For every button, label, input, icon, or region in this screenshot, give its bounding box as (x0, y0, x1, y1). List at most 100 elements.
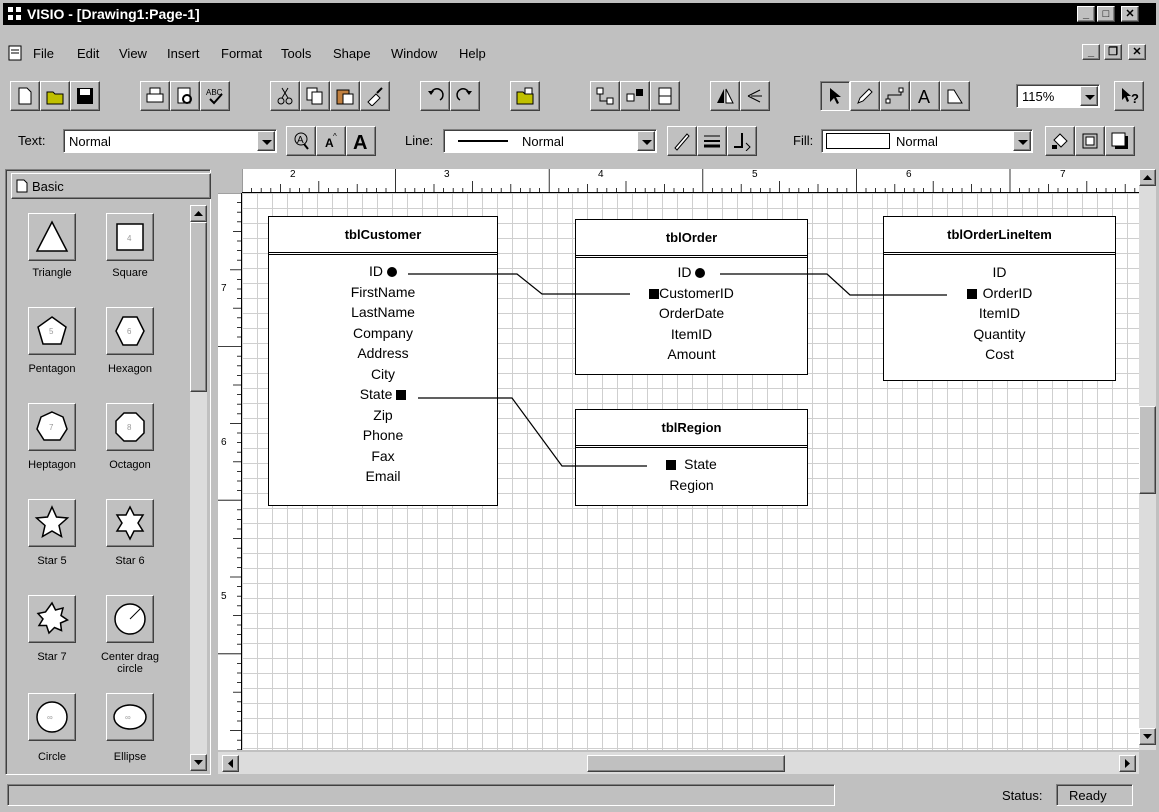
flip-horizontal-button[interactable] (710, 81, 740, 111)
drawing-canvas[interactable]: tblCustomer ID FirstName LastName Compan… (242, 193, 1139, 750)
fill-style-dropdown-icon[interactable] (1013, 131, 1031, 151)
text-style-dropdown-icon[interactable] (257, 131, 275, 151)
pencil-tool-button[interactable] (850, 81, 880, 111)
shape-square[interactable]: 4 (106, 213, 154, 261)
text-tool-button[interactable]: A (910, 81, 940, 111)
spelling-button[interactable]: ABC (200, 81, 230, 111)
shadow-button[interactable] (1105, 126, 1135, 156)
connection-point-button[interactable] (620, 81, 650, 111)
shape-ellipse[interactable]: ∞ (106, 693, 154, 741)
stencil-scroll-down-button[interactable] (190, 754, 207, 771)
fill-swatch (826, 133, 890, 149)
doc-minimize-button[interactable]: _ (1082, 44, 1100, 60)
canvas-hscroll-thumb[interactable] (587, 755, 785, 772)
line-ends-button[interactable] (727, 126, 757, 156)
zoom-select[interactable]: 115% (1016, 84, 1100, 108)
shape-star-5[interactable] (28, 499, 76, 547)
connector-order-lineitem[interactable] (720, 273, 947, 296)
ruler-label: 2 (290, 169, 296, 180)
fill-color-button[interactable] (1045, 126, 1075, 156)
text-style-select[interactable]: Normal (63, 129, 277, 153)
copy-button[interactable] (300, 81, 330, 111)
font-button[interactable]: A (286, 126, 316, 156)
menu-window[interactable]: Window (391, 46, 437, 61)
canvas-vscroll-thumb[interactable] (1139, 406, 1156, 494)
close-button[interactable]: ✕ (1121, 6, 1139, 22)
pointer-tool-button[interactable] (820, 81, 850, 111)
line-tool-button[interactable] (880, 81, 910, 111)
vertical-ruler-ticks (218, 192, 242, 751)
shape-hexagon[interactable]: 6 (106, 307, 154, 355)
menu-edit[interactable]: Edit (77, 46, 99, 61)
canvas-scroll-right-button[interactable] (1119, 755, 1136, 772)
new-button[interactable] (10, 81, 40, 111)
menu-shape[interactable]: Shape (333, 46, 371, 61)
line-weight-icon (704, 135, 720, 148)
line-style-dropdown-icon[interactable] (637, 131, 655, 151)
line-style-value: Normal (522, 134, 564, 149)
undo-button[interactable] (420, 81, 450, 111)
minimize-button[interactable]: _ (1077, 6, 1095, 22)
open-button[interactable] (40, 81, 70, 111)
fill-pattern-button[interactable] (1075, 126, 1105, 156)
stencil-title-bar[interactable]: Basic (11, 173, 211, 199)
text-block-tool-button[interactable] (940, 81, 970, 111)
print-preview-button[interactable] (170, 81, 200, 111)
vertical-ruler[interactable]: 7 6 5 (218, 192, 242, 751)
zoom-dropdown-icon[interactable] (1080, 86, 1098, 106)
shape-star-7[interactable] (28, 595, 76, 643)
menu-view[interactable]: View (119, 46, 147, 61)
shape-label: Center drag circle (100, 651, 160, 675)
stamp-tool-button[interactable] (650, 81, 680, 111)
save-button[interactable] (70, 81, 100, 111)
shape-center-drag-circle[interactable] (106, 595, 154, 643)
menu-tools[interactable]: Tools (281, 46, 311, 61)
shape-pentagon[interactable]: 5 (28, 307, 76, 355)
shape-circle[interactable]: ∞ (28, 693, 76, 741)
print-button[interactable] (140, 81, 170, 111)
document-icon[interactable] (7, 45, 23, 61)
shape-triangle[interactable] (28, 213, 76, 261)
doc-close-button[interactable]: ✕ (1128, 44, 1146, 60)
shape-star-6[interactable] (106, 499, 154, 547)
align-button[interactable] (740, 81, 770, 111)
line-weight-button[interactable] (697, 126, 727, 156)
svg-text:6: 6 (127, 327, 132, 336)
stencil-scroll-up-button[interactable] (190, 205, 207, 222)
increase-font-button[interactable]: A ^ (316, 126, 346, 156)
connector-customer-order[interactable] (408, 273, 630, 295)
title-bar[interactable]: VISIO - [Drawing1:Page-1] _ □ ✕ (3, 3, 1156, 25)
cut-button[interactable] (270, 81, 300, 111)
connector-customer-region[interactable] (418, 397, 647, 467)
canvas-scroll-left-button[interactable] (222, 755, 239, 772)
center-drag-circle-icon (114, 603, 146, 635)
paste-button[interactable] (330, 81, 360, 111)
paint-bucket-icon (1052, 133, 1068, 149)
fill-select[interactable]: Normal (821, 129, 1033, 153)
menu-format[interactable]: Format (221, 46, 262, 61)
connector-tool-button[interactable] (590, 81, 620, 111)
canvas-scroll-down-button[interactable] (1139, 728, 1156, 745)
stencil-scroll-thumb[interactable] (190, 222, 207, 392)
menu-insert[interactable]: Insert (167, 46, 200, 61)
format-painter-button[interactable] (360, 81, 390, 111)
line-color-button[interactable] (667, 126, 697, 156)
menu-help[interactable]: Help (459, 46, 486, 61)
doc-restore-button[interactable]: ❐ (1104, 44, 1122, 60)
shape-octagon[interactable]: 8 (106, 403, 154, 451)
open-stencil-button[interactable] (510, 81, 540, 111)
menu-file[interactable]: File (33, 46, 54, 61)
window-title: VISIO - [Drawing1:Page-1] (27, 6, 200, 22)
redo-button[interactable] (450, 81, 480, 111)
horizontal-ruler[interactable]: 2 3 4 5 6 7 (241, 169, 1139, 193)
ruler-corner[interactable] (218, 169, 242, 193)
large-font-button[interactable]: A (346, 126, 376, 156)
open-folder-icon (46, 91, 64, 105)
line-style-select[interactable]: Normal (443, 129, 657, 153)
canvas-scroll-up-button[interactable] (1139, 169, 1156, 186)
connector-icon (596, 87, 614, 105)
shape-heptagon[interactable]: 7 (28, 403, 76, 451)
font-icon: A (294, 132, 309, 150)
help-button[interactable]: ? (1114, 81, 1144, 111)
maximize-button[interactable]: □ (1097, 6, 1115, 22)
